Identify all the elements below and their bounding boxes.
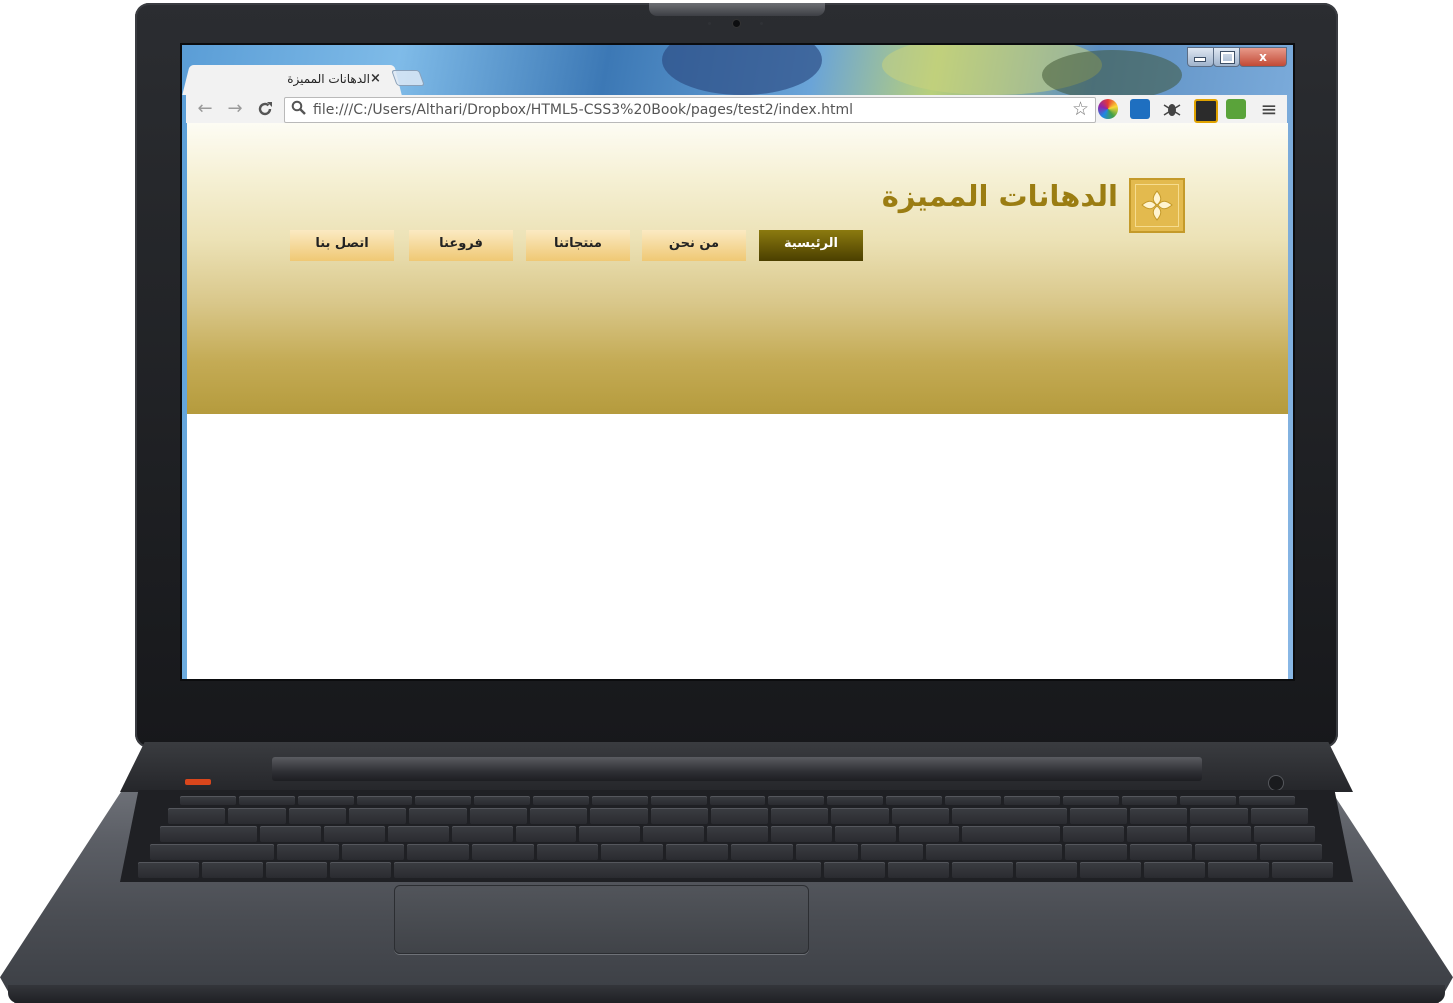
window-minimize-button[interactable] xyxy=(1187,47,1214,67)
logo-icon xyxy=(1129,178,1185,233)
bug-extension-icon[interactable] xyxy=(1162,99,1182,119)
power-button-icon xyxy=(1269,776,1283,790)
new-tab-button[interactable] xyxy=(391,70,425,86)
sensor-dot xyxy=(760,22,763,25)
window-maximize-button[interactable] xyxy=(1213,47,1240,67)
tab-title: الدهانات المميزة xyxy=(287,72,370,86)
site-brand-title: الدهانات المميزة xyxy=(881,179,1118,213)
speaker-badge xyxy=(185,779,211,785)
site-header: الدهانات المميزة الرئيسية من نحن منتجاتن… xyxy=(187,123,1288,414)
window-close-button[interactable]: x xyxy=(1239,47,1287,67)
evernote-extension-icon[interactable] xyxy=(1226,99,1246,119)
url-text: file:///C:/Users/Althari/Dropbox/HTML5-C… xyxy=(313,102,853,118)
nav-home[interactable]: الرئيسية xyxy=(759,230,863,261)
forward-button[interactable]: → xyxy=(224,98,246,120)
back-button[interactable]: ← xyxy=(194,98,216,120)
color-picker-extension-icon[interactable] xyxy=(1098,99,1118,119)
web-page: الدهانات المميزة الرئيسية من نحن منتجاتن… xyxy=(187,123,1288,679)
touchpad xyxy=(394,885,809,954)
nav-about[interactable]: من نحن xyxy=(642,230,746,261)
nav-products[interactable]: منتجاتنا xyxy=(526,230,630,261)
reload-icon xyxy=(258,102,272,116)
browser-toolbar: ← → file:///C:/Users/Althari/Dropbox/HTM… xyxy=(186,95,1287,123)
address-bar[interactable]: file:///C:/Users/Althari/Dropbox/HTML5-C… xyxy=(284,97,1096,123)
webcam xyxy=(733,20,740,27)
menu-icon[interactable]: ≡ xyxy=(1258,98,1280,120)
reload-button[interactable] xyxy=(254,98,276,120)
laptop-screen: x الدهانات المميزة × ← → file:///C:/User… xyxy=(182,45,1293,679)
tab-close-icon[interactable]: × xyxy=(370,71,381,86)
nav-branches[interactable]: فروعنا xyxy=(409,230,513,261)
bookmark-star-icon[interactable]: ☆ xyxy=(1072,98,1089,120)
browser-tab[interactable]: الدهانات المميزة × xyxy=(192,65,392,95)
s-extension-icon[interactable] xyxy=(1194,99,1218,123)
laptop-front-edge xyxy=(8,985,1445,1003)
extension-icon[interactable] xyxy=(1130,99,1150,119)
laptop-hinge xyxy=(272,757,1202,781)
search-icon xyxy=(291,100,307,120)
lid-notch xyxy=(649,3,825,16)
keyboard xyxy=(120,790,1353,882)
sensor-dot xyxy=(708,22,711,25)
nav-contact[interactable]: اتصل بنا xyxy=(290,230,394,261)
